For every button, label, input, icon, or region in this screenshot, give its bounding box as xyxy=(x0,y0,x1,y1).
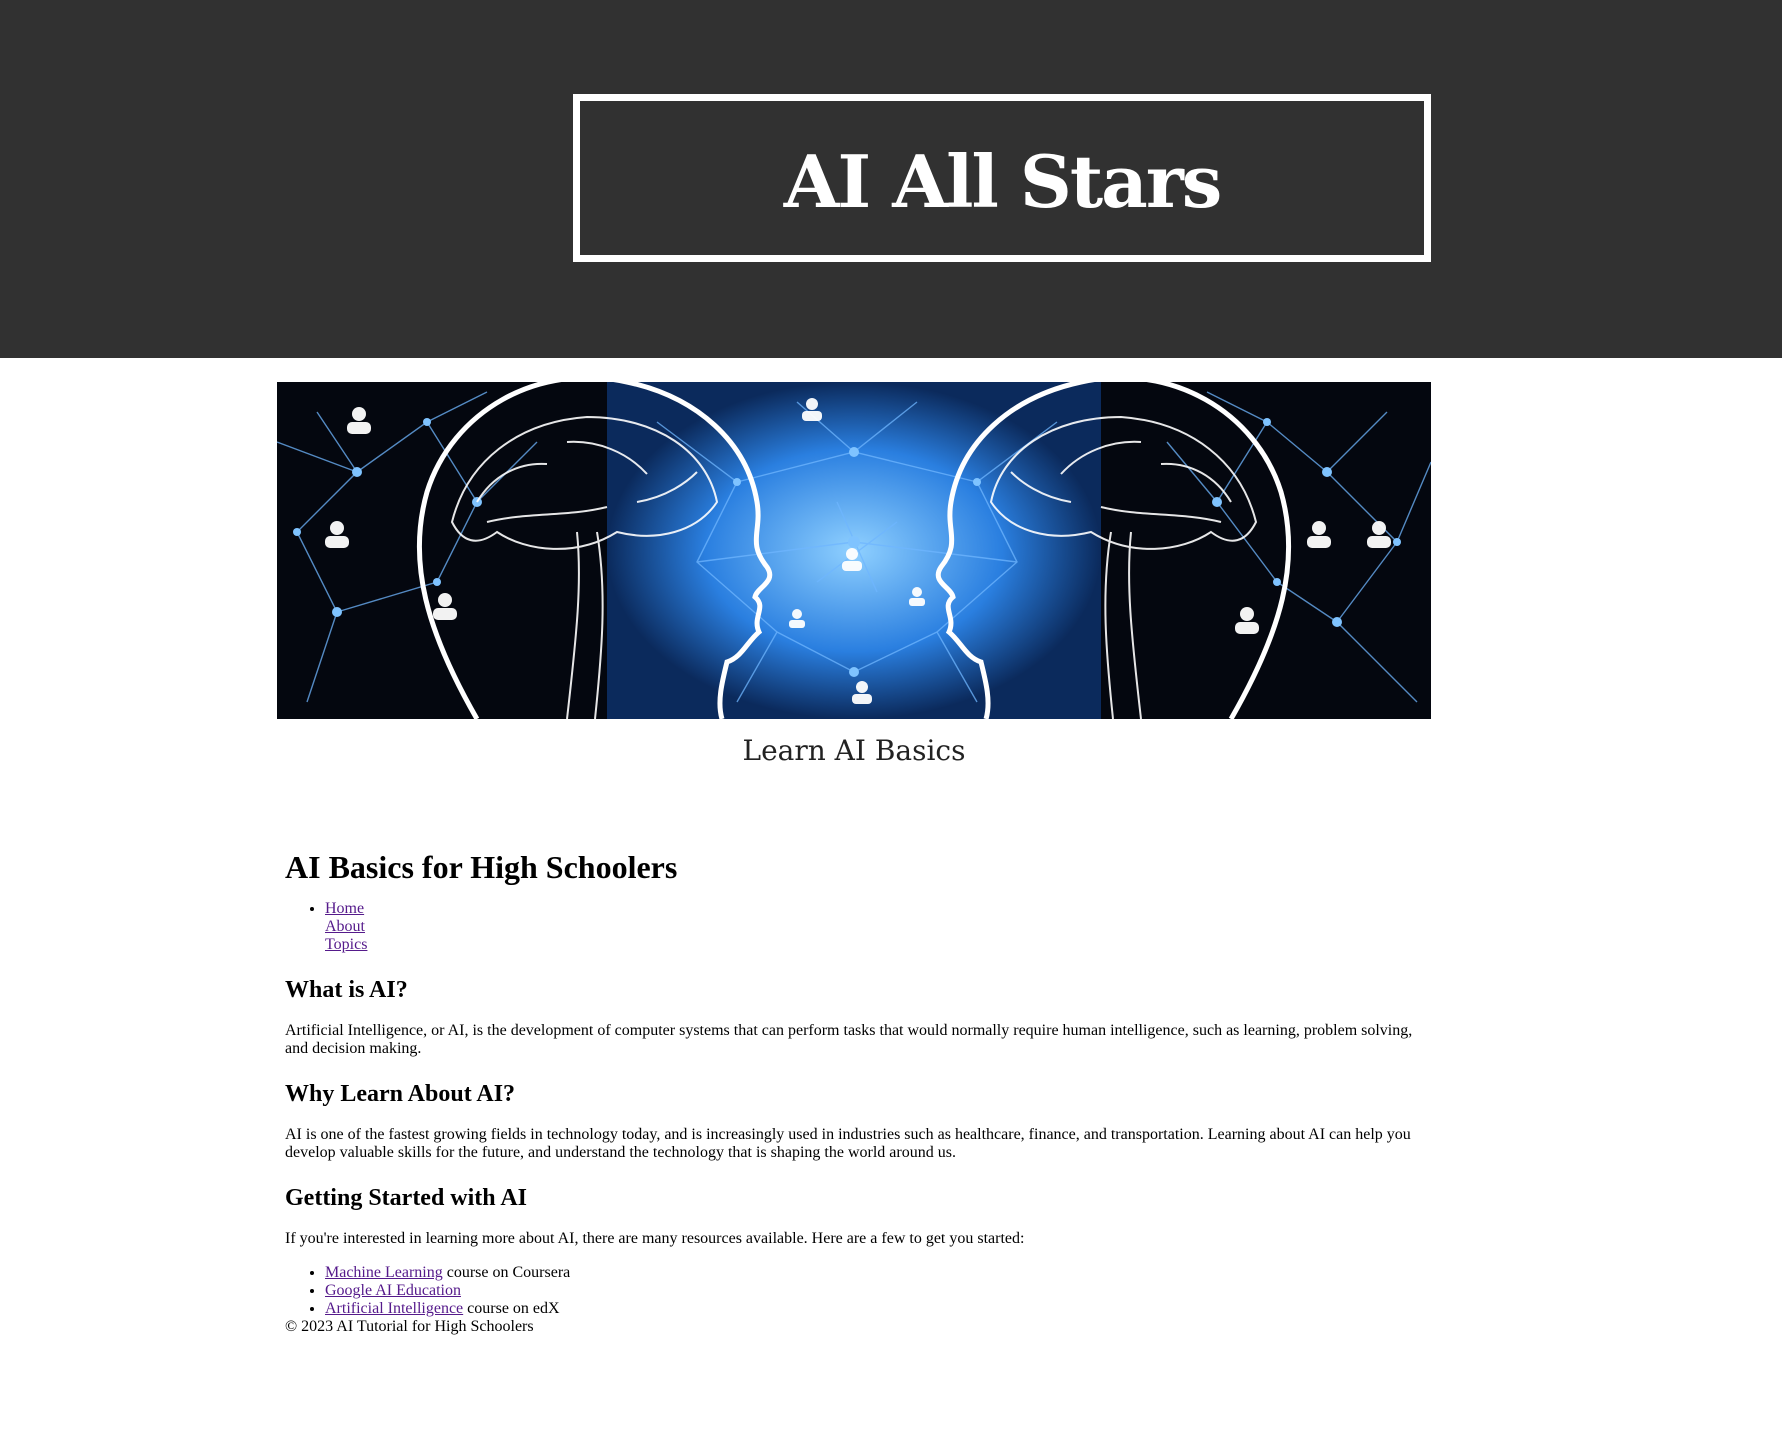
resource-suffix: course on Coursera xyxy=(442,1264,571,1281)
nav-link-home[interactable]: Home xyxy=(325,900,1425,918)
section-heading-getting-started: Getting Started with AI xyxy=(285,1185,527,1211)
main-content: AI Basics for High Schoolers Home About … xyxy=(285,848,1425,1336)
tagline: Learn AI Basics xyxy=(742,734,966,767)
title-box: AI All Stars xyxy=(573,94,1431,262)
resource-item: Machine Learning course on Coursera xyxy=(325,1264,1425,1282)
resource-list: Machine Learning course on Coursera Goog… xyxy=(285,1264,1425,1318)
resource-link-machine-learning[interactable]: Machine Learning xyxy=(325,1264,443,1281)
section-body-what-is-ai: Artificial Intelligence, or AI, is the d… xyxy=(285,1022,1413,1057)
section-body-why-learn: AI is one of the fastest growing fields … xyxy=(285,1126,1411,1161)
resource-item: Artificial Intelligence course on edX xyxy=(325,1300,1425,1318)
resource-link-artificial-intelligence[interactable]: Artificial Intelligence xyxy=(325,1300,463,1317)
nav-link-topics[interactable]: Topics xyxy=(325,936,1425,954)
resource-item: Google AI Education xyxy=(325,1282,1425,1300)
section-heading-what-is-ai: What is AI? xyxy=(285,977,408,1003)
banner-image xyxy=(277,382,1431,719)
site-title: AI All Stars xyxy=(783,139,1223,224)
nav-link-about[interactable]: About xyxy=(325,918,1425,936)
nav-list: Home About Topics xyxy=(285,900,1425,954)
resource-suffix: course on edX xyxy=(463,1300,560,1317)
section-body-getting-started: If you're interested in learning more ab… xyxy=(285,1230,1025,1247)
section-heading-why-learn: Why Learn About AI? xyxy=(285,1081,516,1107)
footer-copyright: © 2023 AI Tutorial for High Schoolers xyxy=(285,1318,534,1335)
nav-list-item: Home About Topics xyxy=(325,900,1425,954)
page-title: AI Basics for High Schoolers xyxy=(285,849,678,885)
site-header: AI All Stars xyxy=(0,0,1782,358)
resource-link-google-ai[interactable]: Google AI Education xyxy=(325,1282,461,1299)
